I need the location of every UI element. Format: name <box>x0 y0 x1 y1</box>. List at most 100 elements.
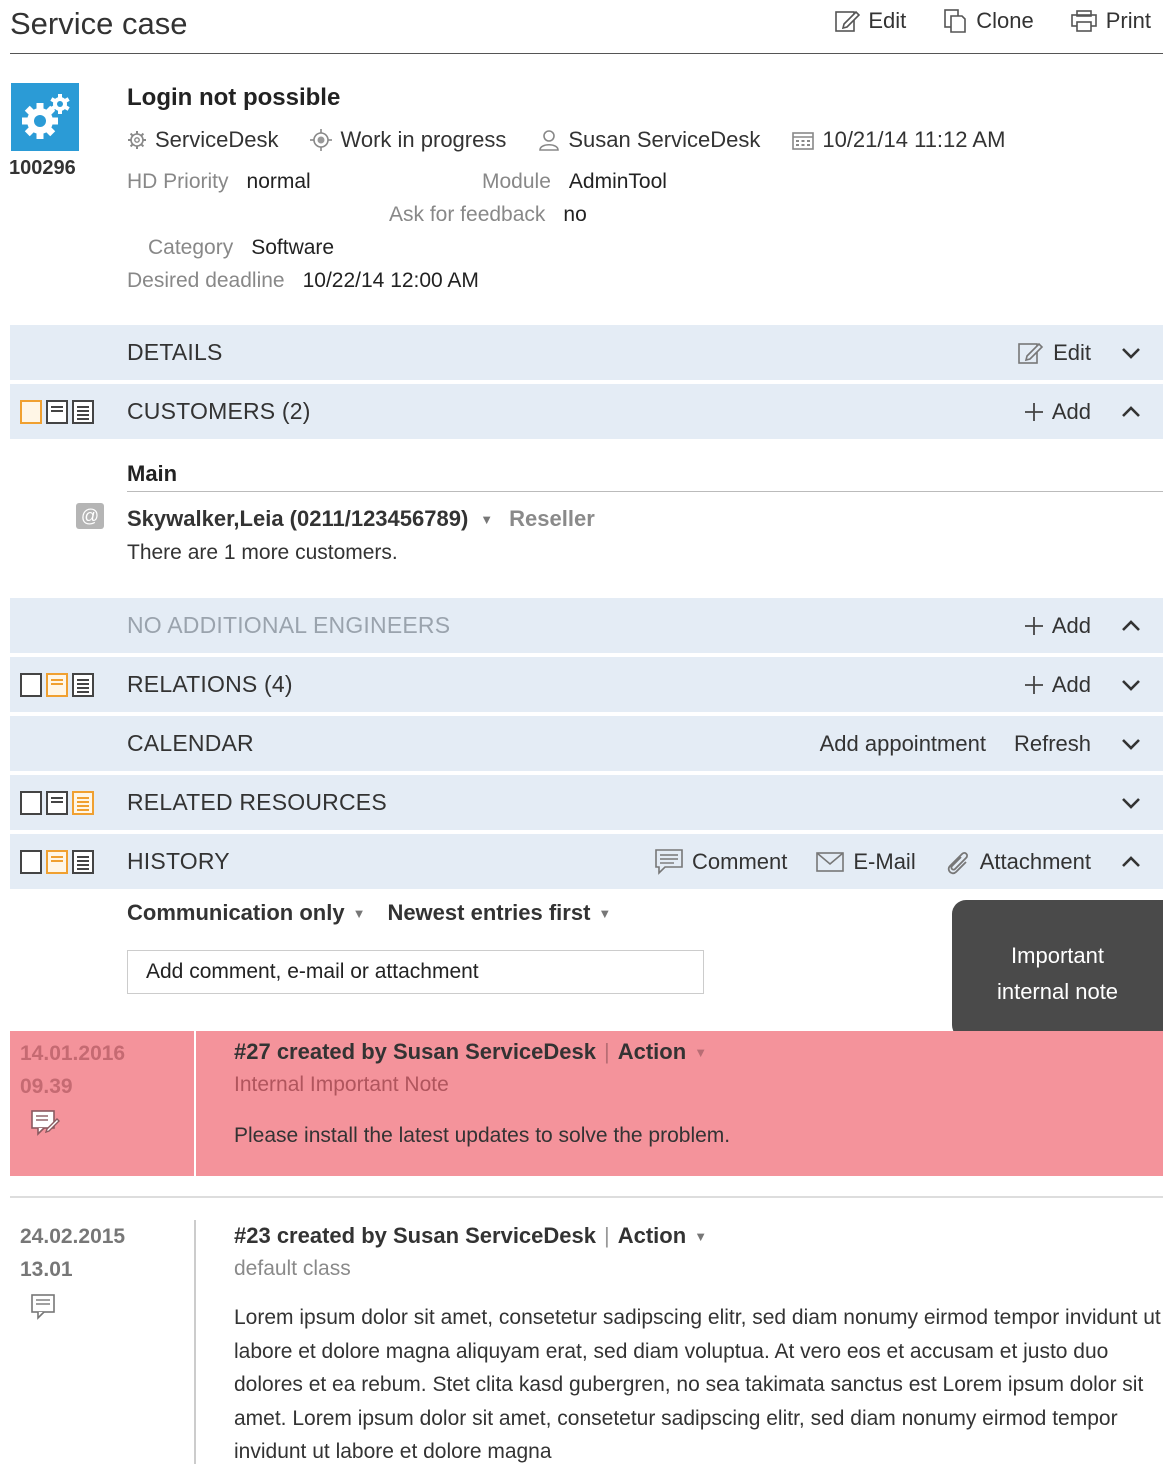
view-toggle-medium[interactable] <box>46 790 68 815</box>
view-toggle-compact[interactable] <box>20 790 42 815</box>
email-at-icon[interactable]: @ <box>76 503 104 529</box>
entry-class: Internal Important Note <box>234 1073 449 1096</box>
action-label: Action <box>617 1039 687 1064</box>
customers-add-button[interactable]: Add <box>1024 399 1091 425</box>
chevron-down-icon[interactable] <box>1119 347 1143 359</box>
view-toggle-compact[interactable] <box>20 849 42 874</box>
engineers-add-label: Add <box>1051 612 1091 638</box>
entry-date-day: 24.02.2015 <box>20 1225 126 1248</box>
created-label: 10/21/14 11:12 AM <box>822 127 1006 152</box>
clone-button-label: Clone <box>976 8 1034 33</box>
section-history[interactable]: HISTORY Comment E-Mail Attachment <box>10 834 1163 889</box>
filter-type-label: Communication only <box>127 900 345 925</box>
email-button[interactable]: E-Mail <box>815 849 916 875</box>
add-appointment-button[interactable]: Add appointment <box>820 731 986 757</box>
clone-button[interactable]: Clone <box>942 8 1034 34</box>
print-button-label: Print <box>1105 8 1151 33</box>
tooltip-line-1: Important <box>1011 943 1104 968</box>
hd-priority-label: HD Priority <box>127 170 229 193</box>
engineers-add-button[interactable]: Add <box>1024 613 1091 639</box>
action-dropdown[interactable]: Action ▼ <box>618 1039 707 1065</box>
hd-priority-field: HD Priority normal <box>127 170 311 194</box>
chevron-up-icon[interactable] <box>1119 619 1143 632</box>
top-bar: Service case Edit Clone Print <box>10 0 1163 54</box>
created-item: 10/21/14 11:12 AM <box>792 127 1005 153</box>
section-calendar[interactable]: CALENDAR Add appointment Refresh <box>10 716 1163 771</box>
view-toggle-compact[interactable] <box>20 399 42 424</box>
section-customers-actions: Add <box>1024 399 1143 425</box>
add-appointment-label: Add appointment <box>819 730 986 756</box>
details-edit-button[interactable]: Edit <box>1017 340 1091 366</box>
customer-name[interactable]: Skywalker,Leia (0211/123456789) <box>127 506 468 532</box>
filter-order-dropdown[interactable]: Newest entries first ▼ <box>387 900 611 926</box>
section-history-actions: Comment E-Mail Attachment <box>654 848 1143 876</box>
gears-icon <box>22 94 70 139</box>
action-dropdown[interactable]: Action ▼ <box>618 1223 707 1249</box>
chevron-down-icon[interactable] <box>1119 679 1143 691</box>
view-toggle-full[interactable] <box>72 849 94 874</box>
view-toggle-medium[interactable] <box>46 672 68 697</box>
customer-row: Skywalker,Leia (0211/123456789) ▼ Resell… <box>127 506 595 532</box>
print-button[interactable]: Print <box>1070 8 1151 34</box>
deadline-value: 10/22/14 12:00 AM <box>302 269 479 292</box>
entry-date-time: 13.01 <box>20 1258 73 1281</box>
assignee-label: Susan ServiceDesk <box>568 127 761 152</box>
chevron-down-icon[interactable] <box>1119 738 1143 750</box>
customers-add-label: Add <box>1051 398 1091 424</box>
case-subject: Login not possible <box>127 84 341 111</box>
section-customers[interactable]: CUSTOMERS (2) Add <box>10 384 1163 439</box>
entry-title: #27 created by Susan ServiceDesk <box>234 1039 597 1064</box>
deadline-field: Desired deadline 10/22/14 12:00 AM <box>127 269 479 293</box>
plus-icon <box>1024 616 1044 636</box>
view-toggle-full[interactable] <box>72 790 94 815</box>
refresh-button[interactable]: Refresh <box>1014 731 1091 757</box>
paperclip-icon <box>944 848 972 876</box>
print-icon <box>1070 9 1098 33</box>
envelope-icon <box>815 851 845 873</box>
queue-item[interactable]: ServiceDesk <box>127 127 278 153</box>
edit-button[interactable]: Edit <box>834 8 906 34</box>
section-relations[interactable]: RELATIONS (4) Add <box>10 657 1163 712</box>
category-value: Software <box>251 236 335 259</box>
entry-divider <box>194 1031 196 1176</box>
section-resources[interactable]: RELATED RESOURCES <box>10 775 1163 830</box>
attachment-button[interactable]: Attachment <box>944 848 1091 876</box>
view-toggles <box>20 399 94 424</box>
caret-down-icon: ▼ <box>598 905 612 921</box>
relations-add-button[interactable]: Add <box>1024 672 1091 698</box>
caret-down-icon: ▼ <box>352 905 366 921</box>
separator: | <box>604 1039 610 1064</box>
caret-down-icon[interactable]: ▼ <box>480 512 493 527</box>
comment-icon <box>654 848 684 876</box>
calendar-icon <box>792 130 815 150</box>
chevron-up-icon[interactable] <box>1119 855 1143 868</box>
section-details[interactable]: DETAILS Edit <box>10 325 1163 380</box>
view-toggle-medium[interactable] <box>46 399 68 424</box>
assignee-item[interactable]: Susan ServiceDesk <box>538 127 760 153</box>
section-customers-title: CUSTOMERS (2) <box>127 398 311 424</box>
section-engineers[interactable]: NO ADDITIONAL ENGINEERS Add <box>10 598 1163 653</box>
section-relations-actions: Add <box>1024 672 1143 698</box>
page-title: Service case <box>10 6 188 41</box>
chevron-up-icon[interactable] <box>1119 405 1143 418</box>
add-comment-input[interactable] <box>127 950 704 994</box>
deadline-label: Desired deadline <box>127 269 285 292</box>
status-item[interactable]: Work in progress <box>310 127 506 153</box>
view-toggle-full[interactable] <box>72 672 94 697</box>
filter-type-dropdown[interactable]: Communication only ▼ <box>127 900 365 926</box>
view-toggle-compact[interactable] <box>20 672 42 697</box>
entry-date-time: 09.39 <box>20 1075 73 1098</box>
chevron-down-icon[interactable] <box>1119 797 1143 809</box>
view-toggle-full[interactable] <box>72 399 94 424</box>
plus-icon <box>1024 402 1044 422</box>
view-toggle-medium[interactable] <box>46 849 68 874</box>
entry-text: Please install the latest updates to sol… <box>234 1124 731 1147</box>
history-entry: 24.02.2015 13.01 #23 created by Susan Se… <box>10 1196 1163 1464</box>
section-calendar-title: CALENDAR <box>127 730 254 756</box>
feedback-label: Ask for feedback <box>389 203 546 226</box>
customer-more-text: There are 1 more customers. <box>127 541 398 564</box>
comment-button[interactable]: Comment <box>654 848 787 876</box>
comment-label: Comment <box>692 848 788 874</box>
edit-icon <box>1017 340 1045 366</box>
attachment-label: Attachment <box>979 848 1091 874</box>
